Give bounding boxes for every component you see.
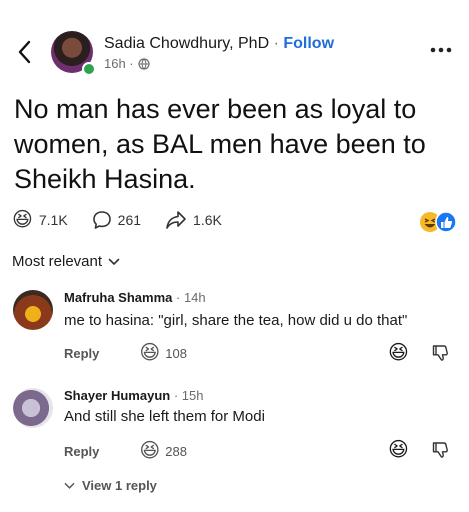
comments-stat[interactable]: 261 (92, 210, 141, 230)
back-arrow-icon[interactable] (14, 38, 36, 66)
comment-time: · 15h (173, 388, 204, 403)
more-icon[interactable] (429, 45, 453, 55)
shares-stat[interactable]: 1.6K (165, 210, 222, 230)
author-name[interactable]: Sadia Chowdhury, PhD (104, 35, 269, 52)
chevron-down-icon (64, 482, 75, 489)
comment-actions: Reply 😆 288 (64, 441, 187, 461)
reactions-stat[interactable]: 😆 7.1K (12, 210, 68, 230)
chevron-down-icon (108, 258, 120, 265)
share-icon (166, 211, 186, 229)
online-status-dot (82, 62, 96, 76)
reply-button[interactable]: Reply (64, 346, 99, 361)
follow-button[interactable]: Follow (283, 35, 334, 52)
comment-reaction-count: 288 (165, 443, 187, 459)
sort-label: Most relevant (12, 253, 103, 270)
comment-time: · 14h (176, 290, 206, 305)
comment-author-name: Shayer Humayun (64, 388, 171, 403)
comment-author-name: Mafruha Shamma (64, 290, 173, 305)
comment-reaction-count: 108 (165, 345, 187, 361)
comment-sort-dropdown[interactable]: Most relevant (12, 253, 120, 270)
comments-count: 261 (117, 212, 142, 228)
comment-icon (92, 211, 111, 229)
haha-emoji-icon: 😆 (139, 440, 161, 462)
comment-vote-icons: 😆 (388, 343, 451, 363)
globe-icon (138, 57, 150, 70)
author-line: Sadia Chowdhury, PhD · Follow (104, 35, 334, 53)
haha-emoji-icon: 😆 (139, 342, 161, 364)
author-separator: · (273, 35, 279, 52)
comment-author[interactable]: Shayer Humayun · 15h (64, 388, 203, 403)
view-replies-label: View 1 reply (82, 478, 157, 493)
reaction-summary-icons[interactable] (419, 211, 457, 233)
comment-text: me to hasina: "girl, share the tea, how … (64, 312, 408, 329)
comment-author[interactable]: Mafruha Shamma · 14h (64, 290, 206, 305)
post-meta: 16h · (104, 56, 150, 71)
comment-text: And still she left them for Modi (64, 408, 265, 425)
post-time: 16h · (104, 56, 134, 71)
comment-actions: Reply 😆 108 (64, 343, 187, 363)
reactions-count: 7.1K (38, 212, 68, 228)
haha-react-button[interactable]: 😆 (388, 440, 409, 460)
commenter-avatar[interactable] (13, 290, 53, 330)
comment-vote-icons: 😆 (388, 440, 451, 460)
haha-react-button[interactable]: 😆 (388, 343, 409, 363)
post-text: No man has ever been as loyal to women, … (14, 94, 426, 194)
dislike-icon[interactable] (431, 440, 451, 460)
commenter-avatar[interactable] (13, 388, 53, 428)
post-reactions-bar: 😆 7.1K 261 1.6K (12, 206, 246, 234)
comment-reaction-stat[interactable]: 😆 108 (139, 343, 187, 363)
haha-emoji-icon: 😆 (12, 209, 33, 231)
shares-count: 1.6K (193, 212, 222, 228)
reply-button[interactable]: Reply (64, 444, 99, 459)
dislike-icon[interactable] (431, 343, 451, 363)
view-replies-button[interactable]: View 1 reply (64, 478, 157, 493)
comment-reaction-stat[interactable]: 😆 288 (139, 441, 187, 461)
